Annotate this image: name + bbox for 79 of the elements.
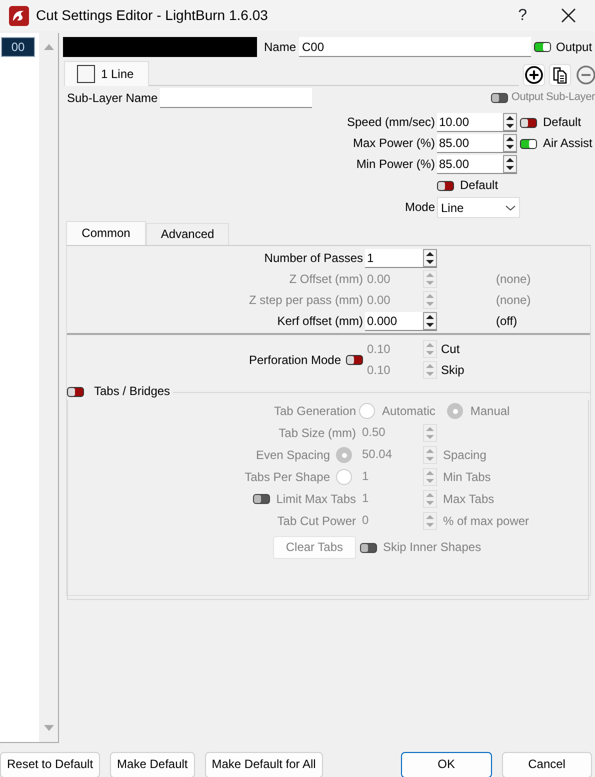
radio-button[interactable] [336,447,352,463]
field-label: Tab Cut Power [277,514,356,528]
toggle-switch[interactable] [437,180,454,190]
spinner-arrows-icon[interactable] [423,249,437,267]
sublayer-name-label: Sub-Layer Name [67,90,158,106]
footer-button[interactable]: OK [400,752,492,777]
toggle-switch[interactable] [520,118,537,128]
toggle-switch[interactable] [534,42,552,52]
radio-label: Automatic [382,404,436,418]
field-label: Min Power (%) [356,157,435,172]
field-label: Number of Passes [264,251,363,266]
radio-label: Manual [470,404,510,418]
field-suffix: Skip [441,363,464,378]
toggle-switch[interactable] [253,494,270,504]
footer-button[interactable]: Cancel [502,752,592,777]
field-label: Speed (mm/sec) [346,115,435,130]
name-field[interactable]: C00 [299,37,532,57]
number-field[interactable]: 1 [365,249,437,268]
field-note: (none) [496,293,531,308]
settings-tab[interactable]: Advanced [146,223,229,245]
help-button[interactable]: ? [518,4,527,28]
field-label: Z Offset (mm) [289,272,363,287]
spinner-arrows-icon[interactable] [503,134,517,152]
number-field[interactable]: 85.00 [437,134,517,153]
field-label: Tab Generation [274,404,356,418]
window-title: Cut Settings Editor - LightBurn 1.6.03 [36,7,268,24]
radio-button[interactable] [359,403,375,419]
name-label: Name [264,40,296,54]
number-field[interactable]: 0.000 [365,312,437,331]
toggle-label: Default [460,178,498,193]
field-label: Tabs Per Shape [244,470,330,484]
footer-button[interactable]: Make Default [110,752,195,777]
app-logo-icon [9,6,29,26]
output-sublayer-label: Output Sub-Layer [511,91,595,105]
field-suffix: % of max power [443,514,530,528]
field-suffix: Max Tabs [443,492,494,506]
copy-icon[interactable] [549,64,571,86]
field-note: (off) [496,314,518,329]
footer-button[interactable]: Make Default for All [204,752,323,777]
field-label: Even Spacing [256,448,330,462]
number-field[interactable]: 85.00 [437,155,517,174]
spinner-arrows-icon[interactable] [503,155,517,173]
toggle-label: Skip Inner Shapes [383,540,482,555]
sublayer-name-field[interactable] [160,88,312,108]
sublayer-tab[interactable]: 1 Line [64,61,149,86]
number-field[interactable]: 10.00 [437,113,517,132]
mode-label: Mode [404,200,435,215]
field-label: Max Power (%) [352,136,435,151]
field-suffix: Spacing [443,448,486,462]
field-label: Kerf offset (mm) [277,314,363,329]
radio-button[interactable] [336,469,352,485]
clear-tabs-button[interactable]: Clear Tabs [272,536,356,559]
toggle-label: Default [543,115,582,130]
field-label: Z step per pass (mm) [248,293,363,308]
add-icon[interactable] [523,64,545,86]
field-note: (none) [496,272,531,287]
toggle-label: Air Assist [543,136,592,151]
footer-button[interactable]: Reset to Default [0,752,100,777]
toggle-switch[interactable] [360,542,377,552]
layer-color-swatch[interactable] [63,37,257,57]
remove-icon[interactable] [575,64,595,86]
toggle-switch[interactable] [346,354,363,365]
spinner-arrows-icon[interactable] [503,113,517,131]
field-label: Tab Size (mm) [278,426,356,440]
field-suffix: Cut [441,342,460,357]
close-icon[interactable] [561,8,576,23]
output-label: Output [556,40,592,54]
field-suffix: Min Tabs [443,470,491,484]
spinner-arrows-icon[interactable] [423,312,437,330]
field-label: Limit Max Tabs [276,492,356,506]
toggle-switch[interactable] [67,387,84,397]
toggle-switch[interactable] [520,138,537,148]
group-title: Tabs / Bridges [94,384,170,398]
chevron-down-icon [505,204,516,210]
layer-item[interactable]: 00 [1,37,35,57]
perforation-label: Perforation Mode [248,352,341,368]
settings-tab[interactable]: Common [66,221,146,245]
mode-dropdown[interactable]: Line [437,197,520,218]
radio-button[interactable] [447,403,464,419]
